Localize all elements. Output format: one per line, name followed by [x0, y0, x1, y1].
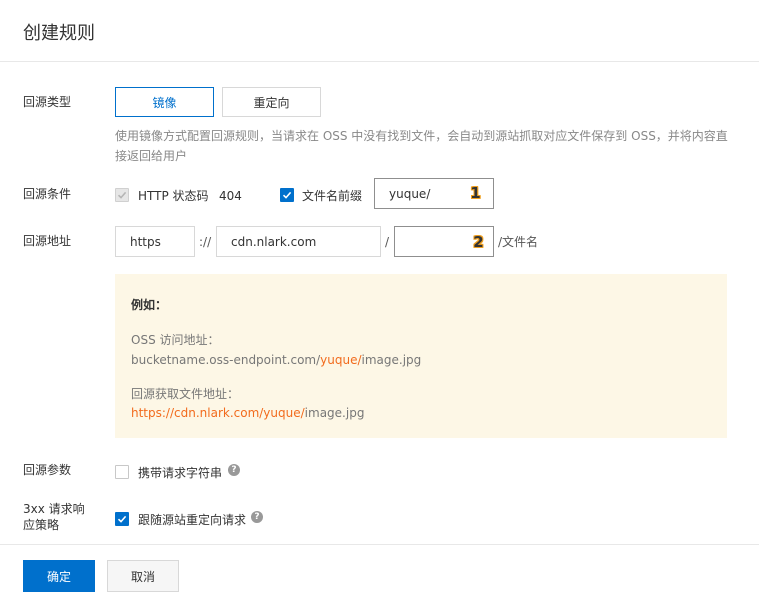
redirect-policy-label-2: 应策略 — [23, 518, 60, 532]
mirror-mode-button[interactable]: 镜像 — [115, 87, 214, 117]
marker-1: 1 — [470, 184, 481, 202]
origin-condition-label: 回源条件 — [23, 187, 72, 201]
origin-url-label: 回源获取文件地址： — [131, 387, 240, 401]
oss-url-suffix: image.jpg — [361, 353, 422, 367]
scheme-separator: :// — [199, 235, 212, 249]
check-icon — [282, 191, 292, 199]
query-string-checkbox[interactable] — [115, 465, 129, 479]
query-string-label: 携带请求字符串 — [138, 466, 223, 480]
redirect-policy-label-1: 3xx 请求响 — [23, 502, 85, 516]
oss-url-label: OSS 访问地址： — [131, 333, 220, 347]
origin-url: https://cdn.nlark.com/yuque/image.jpg — [131, 405, 364, 421]
confirm-button[interactable]: 确定 — [23, 560, 95, 592]
check-icon — [117, 191, 127, 199]
follow-redirect-label: 跟随源站重定向请求 — [138, 513, 247, 527]
example-title: 例如： — [131, 298, 168, 312]
origin-params-label: 回源参数 — [23, 463, 72, 477]
oss-url: bucketname.oss-endpoint.com/yuque/image.… — [131, 352, 421, 368]
path-separator: / — [385, 235, 390, 249]
origin-address-label: 回源地址 — [23, 234, 72, 248]
example-box: 例如： OSS 访问地址： bucketname.oss-endpoint.co… — [115, 274, 727, 438]
dialog-title: 创建规则 — [23, 23, 95, 44]
http-status-checkbox — [115, 188, 129, 202]
origin-url-suffix: image.jpg — [304, 406, 365, 420]
origin-type-description: 使用镜像方式配置回源规则，当请求在 OSS 中没有找到文件，会自动到源站抓取对应… — [115, 129, 728, 163]
follow-redirect-checkbox[interactable] — [115, 512, 129, 526]
help-icon[interactable]: ? — [228, 464, 240, 476]
protocol-select[interactable]: https — [115, 226, 195, 257]
origin-url-highlight: https://cdn.nlark.com/yuque/ — [131, 406, 305, 420]
dialog-header: 创建规则 — [0, 0, 759, 62]
cancel-button[interactable]: 取消 — [107, 560, 179, 592]
oss-url-prefix: bucketname.oss-endpoint.com/ — [131, 353, 321, 367]
check-icon — [117, 515, 127, 523]
marker-2: 2 — [473, 233, 484, 251]
origin-type-label: 回源类型 — [23, 95, 72, 109]
redirect-mode-button[interactable]: 重定向 — [222, 87, 321, 117]
prefix-checkbox[interactable] — [280, 188, 294, 202]
help-icon[interactable]: ? — [251, 511, 263, 523]
http-status-label: HTTP 状态码 — [138, 189, 209, 203]
prefix-label: 文件名前缀 — [302, 189, 363, 203]
http-status-value: 404 — [219, 189, 242, 203]
filename-suffix: /文件名 — [498, 235, 539, 249]
oss-url-highlight: yuque/ — [320, 353, 362, 367]
origin-host-input[interactable]: cdn.nlark.com — [216, 226, 381, 257]
